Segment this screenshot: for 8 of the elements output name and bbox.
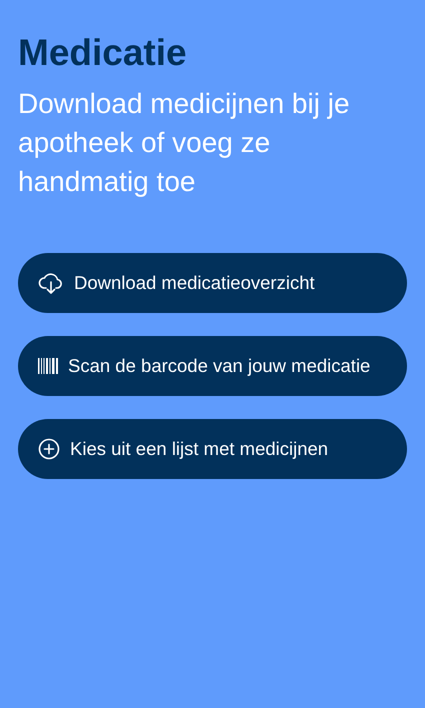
page-title: Medicatie <box>18 31 188 75</box>
action-button[interactable]: Scan de barcode van jouw medicatie <box>18 336 407 396</box>
add-circle-icon <box>38 438 60 460</box>
page-subtitle: Download medicijnen bij je apotheek of voeg ze handmatig toe <box>18 87 351 199</box>
action-button[interactable]: Kies uit een lijst met medicijnen <box>18 419 407 479</box>
barcode-icon <box>38 358 58 374</box>
action-button[interactable]: Download medicatieoverzicht <box>18 253 407 313</box>
cloud-download-icon <box>38 272 64 294</box>
